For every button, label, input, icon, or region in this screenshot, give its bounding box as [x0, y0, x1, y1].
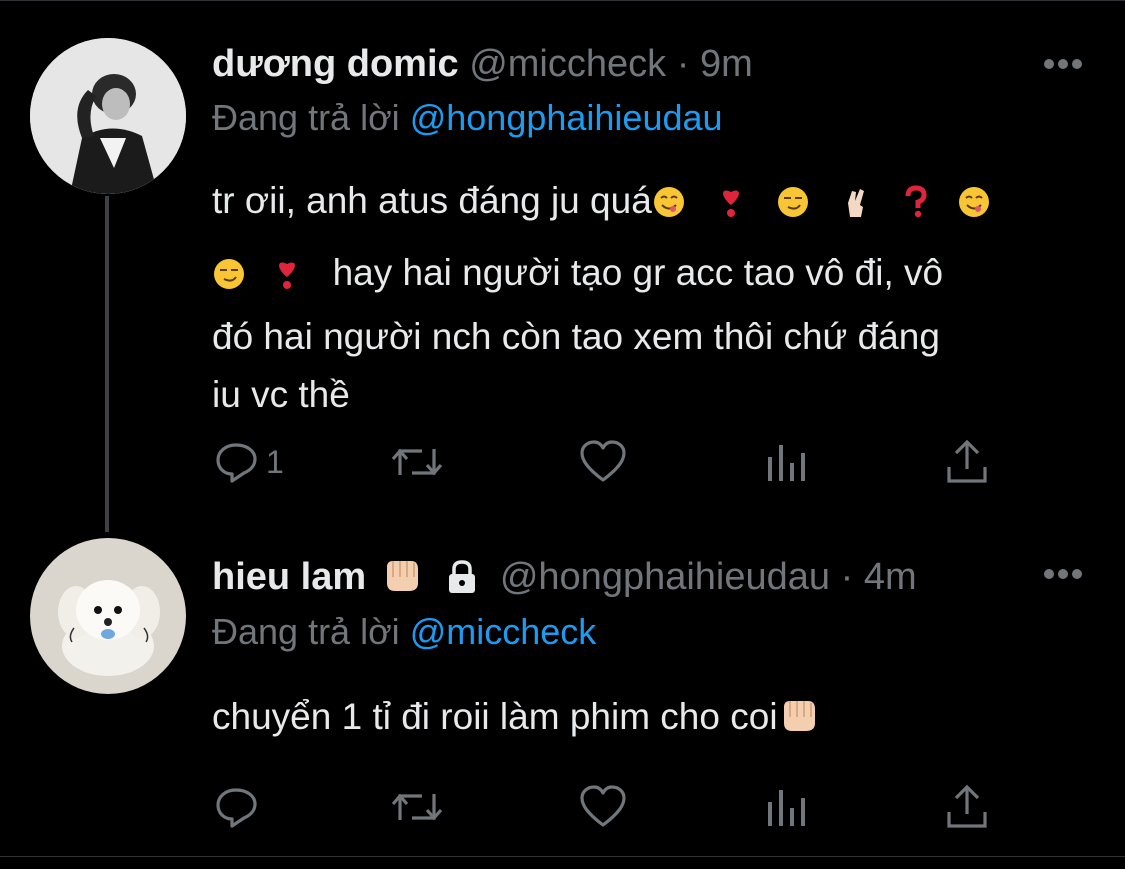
tweet-text: tr ơii, anh atus đáng ju quá hay hai ngư… [212, 172, 1092, 424]
avatar[interactable] [30, 38, 186, 194]
analytics-button[interactable] [764, 782, 810, 832]
reply-icon [216, 788, 257, 828]
text-line-1: chuyển 1 tỉ đi roii làm phim cho coi [212, 696, 778, 737]
replying-to-mention[interactable]: @hongphaihieudau [410, 97, 723, 138]
text-line-1: tr ơii, anh atus đáng ju quá [212, 180, 652, 221]
reply-button[interactable] [214, 782, 266, 832]
bottom-divider [0, 856, 1125, 857]
username-handle[interactable]: @hongphaihieudau [500, 556, 830, 598]
yum-face-emoji-icon-2 [957, 178, 991, 236]
tweet-actions: 1 [212, 437, 1012, 487]
display-name[interactable]: hieu lam [212, 556, 366, 598]
timestamp[interactable]: 9m [700, 43, 753, 85]
analytics-button[interactable] [764, 437, 810, 487]
replying-to: Đang trả lời @hongphaihieudau [212, 96, 723, 140]
text-line-4: iu vc thề [212, 374, 350, 415]
more-options-icon[interactable] [1043, 568, 1083, 580]
tweet-text-line-2: hay hai người tạo gr acc tao vô đi, vô [212, 244, 1092, 308]
avatar[interactable] [30, 538, 186, 694]
fist-bump-emoji-icon-2 [778, 694, 818, 752]
like-button[interactable] [579, 782, 627, 832]
tweet-1[interactable]: dương domic @miccheck · 9m Đang trả lời … [0, 0, 1125, 520]
text-line-2: hay hai người tạo gr acc tao vô đi, vô [332, 252, 944, 293]
retweet-icon [391, 448, 443, 476]
question-mark-emoji-icon [903, 178, 927, 236]
fist-bump-emoji-icon [381, 557, 421, 606]
display-name[interactable]: dương domic [212, 43, 459, 85]
retweet-button[interactable] [390, 437, 444, 487]
share-button[interactable] [944, 437, 990, 487]
reply-button[interactable]: 1 [214, 437, 284, 487]
replying-to-label: Đang trả lời [212, 611, 400, 652]
smirk-face-emoji-icon [776, 178, 810, 236]
username-handle[interactable]: @miccheck [469, 43, 666, 85]
retweet-icon [391, 793, 443, 821]
analytics-icon [768, 445, 805, 481]
replying-to-label: Đang trả lời [212, 97, 400, 138]
tweet-header: hieu lam @hongphaihieudau · 4m [212, 554, 917, 606]
share-icon [947, 439, 987, 483]
text-line-3: đó hai người nch còn tao xem thôi chứ đá… [212, 316, 940, 357]
header-separator: · [840, 556, 854, 598]
like-icon [580, 785, 626, 827]
like-icon [580, 440, 626, 482]
share-button[interactable] [944, 782, 990, 832]
like-button[interactable] [579, 437, 627, 487]
retweet-button[interactable] [390, 782, 444, 832]
tweet-text-line-1: tr ơii, anh atus đáng ju quá [212, 172, 1092, 236]
timestamp[interactable]: 4m [864, 556, 917, 598]
smirk-face-emoji-icon-2 [212, 250, 246, 308]
header-separator: · [676, 43, 690, 85]
reply-icon [216, 443, 257, 483]
share-icon [947, 784, 987, 828]
heart-exclamation-emoji-icon [716, 178, 746, 236]
tweet-text: chuyển 1 tỉ đi roii làm phim cho coi [212, 688, 1092, 752]
yum-face-emoji-icon [652, 178, 686, 236]
tweet-header: dương domic @miccheck · 9m [212, 41, 753, 87]
heart-exclamation-emoji-icon-2 [272, 250, 302, 308]
reply-count: 1 [266, 443, 284, 480]
tweet-2[interactable]: hieu lam @hongphaihieudau · 4m Đang trả … [0, 520, 1125, 856]
lock-icon [445, 559, 479, 606]
analytics-icon [768, 790, 805, 826]
replying-to: Đang trả lời @miccheck [212, 610, 596, 654]
tweet-actions [212, 782, 1012, 832]
crossed-fingers-emoji-icon [841, 178, 871, 236]
replying-to-mention[interactable]: @miccheck [410, 611, 597, 652]
more-options-icon[interactable] [1043, 58, 1083, 70]
